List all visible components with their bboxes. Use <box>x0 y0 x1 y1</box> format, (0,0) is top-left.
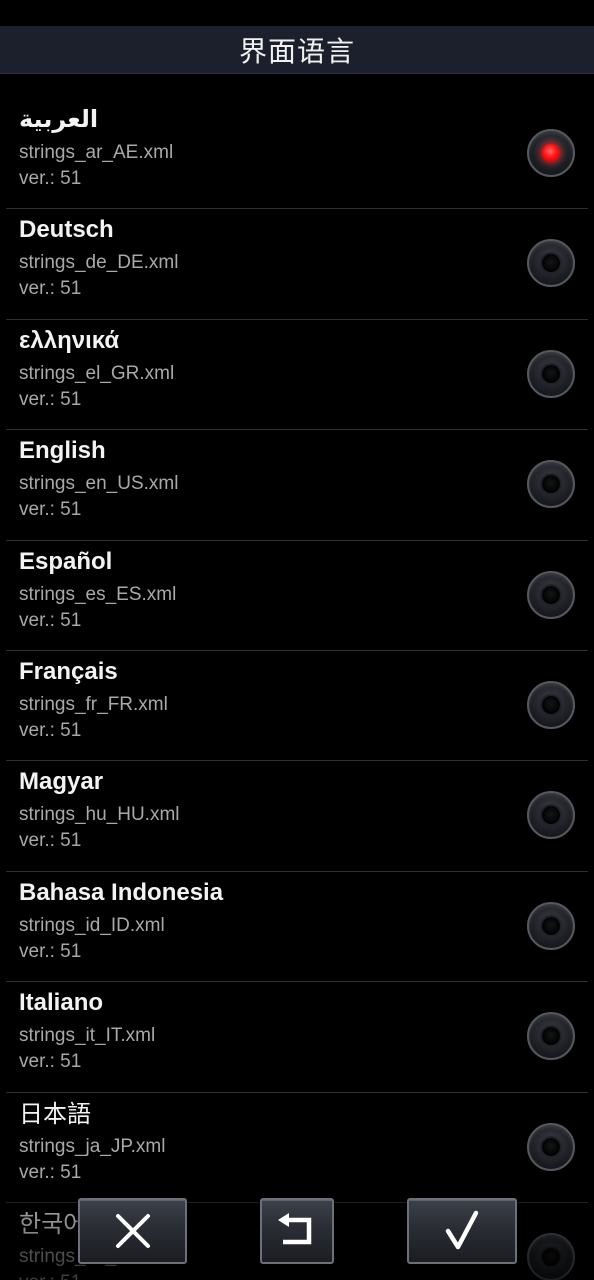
checkmark-icon <box>445 1210 479 1250</box>
reset-button[interactable] <box>260 1198 334 1264</box>
language-row-ar[interactable]: العربية strings_ar_AE.xml ver.: 51 <box>6 99 588 210</box>
radio-dot-icon <box>542 254 560 273</box>
confirm-button[interactable] <box>407 1198 517 1264</box>
radio-dot-icon <box>542 1137 560 1156</box>
language-row-fr[interactable]: Français strings_fr_FR.xml ver.: 51 <box>6 651 588 762</box>
radio-button[interactable] <box>527 1122 575 1171</box>
language-version: ver.: 51 <box>19 940 82 962</box>
language-version: ver.: 51 <box>19 278 82 300</box>
title-bar: 界面语言 <box>0 26 594 74</box>
language-row-de[interactable]: Deutsch strings_de_DE.xml ver.: 51 <box>6 209 588 320</box>
language-version: ver.: 51 <box>19 388 82 410</box>
language-version: ver.: 51 <box>19 1051 82 1073</box>
language-version: ver.: 51 <box>19 609 82 631</box>
language-file: strings_el_GR.xml <box>19 362 175 384</box>
radio-button[interactable] <box>527 1012 575 1061</box>
language-row-ja[interactable]: 日本語 strings_ja_JP.xml ver.: 51 <box>6 1093 588 1203</box>
radio-button[interactable] <box>527 129 575 177</box>
bottom-toolbar <box>0 1198 594 1266</box>
language-file: strings_ar_AE.xml <box>19 142 174 163</box>
status-bar <box>0 0 594 26</box>
language-row-id[interactable]: Bahasa Indonesia strings_id_ID.xml ver.:… <box>6 872 588 983</box>
language-version: ver.: 51 <box>19 1271 81 1280</box>
language-file: strings_de_DE.xml <box>19 252 179 274</box>
language-version: ver.: 51 <box>19 719 82 741</box>
language-name: Français <box>19 657 118 685</box>
language-version: ver.: 51 <box>19 168 82 189</box>
page-title: 界面语言 <box>238 34 355 68</box>
language-name: Italiano <box>19 989 104 1017</box>
language-row-es[interactable]: Español strings_es_ES.xml ver.: 51 <box>6 541 588 651</box>
radio-dot-icon <box>542 585 560 604</box>
radio-dot-icon <box>542 695 560 714</box>
language-row-hu[interactable]: Magyar strings_hu_HU.xml ver.: 51 <box>6 761 588 872</box>
language-file: strings_id_ID.xml <box>19 914 165 936</box>
cancel-button[interactable] <box>78 1198 187 1264</box>
language-file: strings_en_US.xml <box>19 473 179 495</box>
language-file: strings_hu_HU.xml <box>19 804 180 826</box>
language-file: strings_it_IT.xml <box>19 1025 156 1047</box>
language-file: strings_es_ES.xml <box>19 583 177 605</box>
language-row-it[interactable]: Italiano strings_it_IT.xml ver.: 51 <box>6 982 588 1093</box>
radio-button[interactable] <box>527 239 575 288</box>
radio-button[interactable] <box>527 570 575 619</box>
language-list[interactable]: العربية strings_ar_AE.xml ver.: 51 Deuts… <box>6 99 588 1280</box>
language-name: Español <box>19 547 113 575</box>
radio-button[interactable] <box>527 791 575 840</box>
language-name: Deutsch <box>19 216 114 244</box>
language-row-en[interactable]: English strings_en_US.xml ver.: 51 <box>6 430 588 541</box>
language-file: strings_fr_FR.xml <box>19 693 168 715</box>
language-row-el[interactable]: ελληνικά strings_el_GR.xml ver.: 51 <box>6 320 588 431</box>
radio-button[interactable] <box>527 901 575 950</box>
language-version: ver.: 51 <box>19 499 82 521</box>
language-name: English <box>19 437 106 465</box>
radio-button[interactable] <box>527 349 575 398</box>
language-version: ver.: 51 <box>19 1161 82 1183</box>
radio-dot-icon <box>542 916 560 935</box>
radio-dot-icon <box>542 144 560 162</box>
language-name: Magyar <box>19 768 104 796</box>
language-name: 日本語 <box>19 1099 91 1128</box>
radio-button[interactable] <box>527 460 575 509</box>
language-version: ver.: 51 <box>19 830 82 852</box>
language-file: strings_ja_JP.xml <box>19 1135 166 1157</box>
radio-dot-icon <box>542 806 560 825</box>
close-icon <box>115 1214 150 1248</box>
radio-button[interactable] <box>527 680 575 729</box>
language-name: Bahasa Indonesia <box>19 878 224 906</box>
radio-dot-icon <box>542 1027 560 1046</box>
language-name: العربية <box>19 106 99 133</box>
language-name: ελληνικά <box>19 326 120 354</box>
undo-icon <box>278 1213 312 1245</box>
radio-dot-icon <box>542 364 560 383</box>
radio-dot-icon <box>542 475 560 494</box>
